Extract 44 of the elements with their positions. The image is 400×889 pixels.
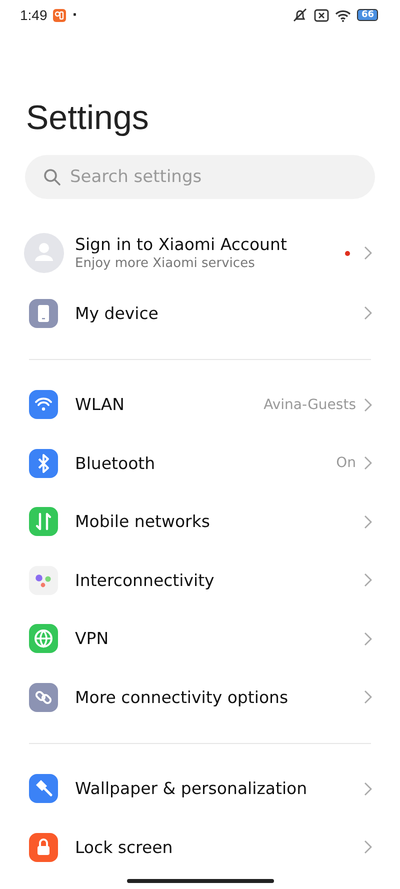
settings-item[interactable]: More connectivity options bbox=[0, 668, 400, 726]
settings-item[interactable]: WLAN Avina-Guests bbox=[0, 376, 400, 434]
item-label: Wallpaper & personalization bbox=[75, 779, 308, 798]
item-label: Bluetooth bbox=[75, 454, 156, 473]
account-row[interactable]: Sign in to Xiaomi Account Enjoy more Xiaomi services bbox=[0, 222, 400, 284]
chevron-icon bbox=[364, 398, 372, 412]
no-sim-icon bbox=[314, 8, 330, 22]
account-title: Sign in to Xiaomi Account bbox=[75, 235, 288, 254]
settings-item[interactable]: Wallpaper & personalization bbox=[0, 760, 400, 818]
status-time: 1:49 bbox=[20, 7, 48, 23]
status-dot: · bbox=[72, 8, 78, 22]
muted-bell-icon bbox=[292, 8, 308, 22]
item-value: On bbox=[336, 455, 356, 472]
avatar-icon bbox=[24, 233, 64, 273]
settings-item[interactable]: My device bbox=[0, 284, 400, 342]
chevron-icon bbox=[364, 246, 372, 260]
settings-item[interactable]: Bluetooth On bbox=[0, 434, 400, 492]
search-icon bbox=[43, 168, 61, 186]
chevron-icon bbox=[364, 573, 372, 588]
account-subtitle: Enjoy more Xiaomi services bbox=[75, 256, 256, 271]
item-label: My device bbox=[75, 304, 160, 323]
settings-item[interactable]: VPN bbox=[0, 610, 400, 668]
item-label: WLAN bbox=[75, 395, 126, 414]
chevron-icon bbox=[364, 306, 372, 320]
settings-item[interactable]: Interconnectivity bbox=[0, 551, 400, 610]
page-title: Settings bbox=[25, 98, 150, 138]
search-field[interactable]: Search settings bbox=[25, 155, 375, 199]
app-notification-icon bbox=[53, 8, 66, 22]
chevron-icon bbox=[364, 514, 372, 529]
wifi-icon bbox=[335, 8, 352, 22]
item-label: More connectivity options bbox=[75, 688, 290, 707]
item-label: Mobile networks bbox=[75, 512, 211, 532]
chevron-icon bbox=[364, 782, 372, 796]
chevron-icon bbox=[364, 632, 372, 646]
chevron-icon bbox=[364, 690, 372, 704]
item-label: VPN bbox=[75, 629, 110, 648]
settings-item[interactable]: Mobile networks bbox=[0, 492, 400, 551]
item-label: Lock screen bbox=[75, 838, 174, 857]
item-value: Avina-Guests bbox=[264, 396, 356, 413]
settings-item[interactable]: Lock screen bbox=[0, 818, 400, 876]
chevron-icon bbox=[364, 456, 372, 470]
item-label: Interconnectivity bbox=[75, 570, 216, 590]
battery-icon: 66 bbox=[357, 9, 378, 21]
chevron-icon bbox=[364, 840, 372, 854]
